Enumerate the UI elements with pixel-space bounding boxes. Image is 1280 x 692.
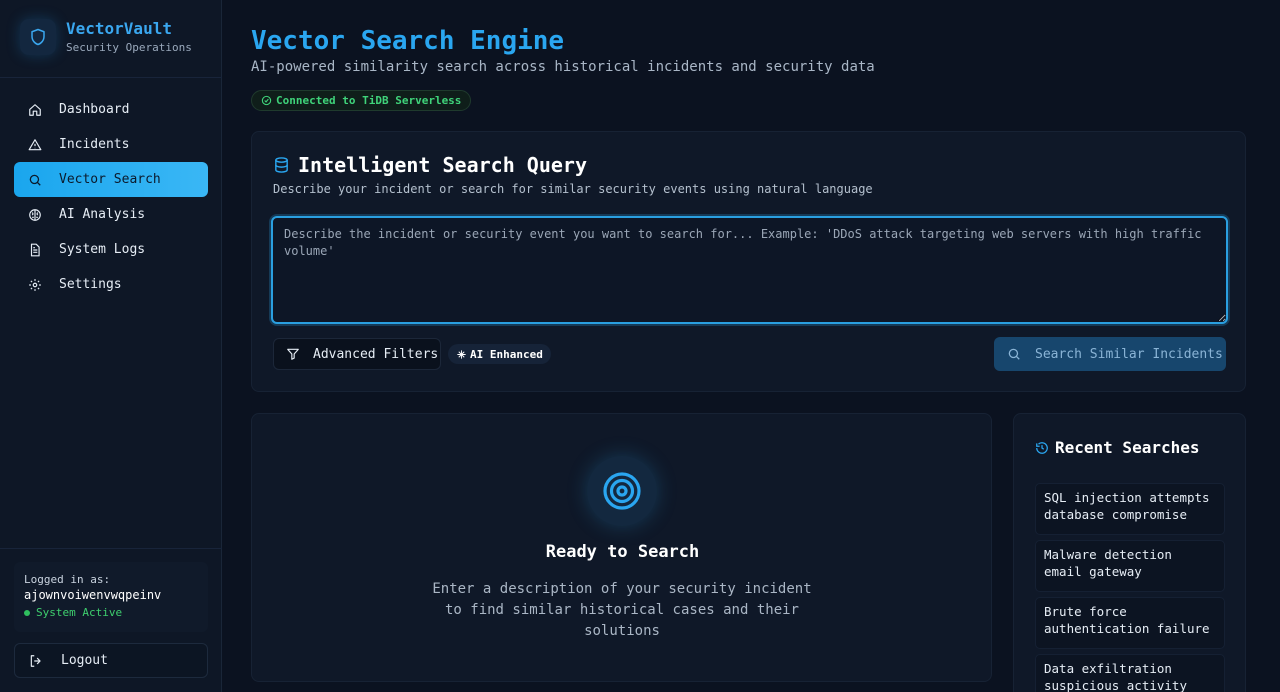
panel-title: Intelligent Search Query: [298, 153, 587, 177]
empty-state-title: Ready to Search: [545, 542, 700, 562]
advanced-filters-label: Advanced Filters: [313, 346, 439, 362]
search-button-label: Search Similar Incidents: [1035, 346, 1223, 362]
search-icon: [28, 173, 42, 187]
search-similar-incidents-button[interactable]: Search Similar Incidents: [994, 337, 1226, 371]
connection-badge: Connected to TiDB Serverless: [251, 90, 472, 111]
logout-icon: [29, 654, 43, 668]
logout-label: Logout: [61, 653, 108, 668]
connection-label: Connected to TiDB Serverless: [276, 94, 462, 107]
empty-state-panel: Ready to Search Enter a description of y…: [251, 413, 992, 682]
search-query-input[interactable]: [271, 216, 1228, 324]
sidebar-item-label: Settings: [59, 277, 122, 292]
ai-enhanced-label: AI Enhanced: [470, 347, 543, 361]
recent-searches-list: SQL injection attempts database compromi…: [1035, 483, 1225, 692]
recent-search-item[interactable]: Brute force authentication failure: [1035, 597, 1225, 649]
recent-search-item[interactable]: SQL injection attempts database compromi…: [1035, 483, 1225, 535]
recent-search-item[interactable]: Malware detection email gateway: [1035, 540, 1225, 592]
system-status: System Active: [24, 604, 198, 621]
sparkles-icon: [456, 349, 467, 360]
empty-state-description: Enter a description of your security inc…: [432, 581, 812, 639]
sidebar-item-label: System Logs: [59, 242, 146, 257]
system-status-label: System Active: [36, 606, 123, 619]
brand[interactable]: VectorVault Security Operations: [20, 18, 192, 55]
home-icon: [28, 103, 42, 117]
logout-button[interactable]: Logout: [14, 643, 208, 678]
advanced-filters-button[interactable]: Advanced Filters: [273, 338, 441, 370]
target-icon: [587, 456, 657, 526]
ai-enhanced-badge: AI Enhanced: [448, 344, 551, 364]
sidebar-item-label: AI Analysis: [59, 207, 146, 222]
sidebar-item-dashboard[interactable]: Dashboard: [14, 92, 208, 127]
sidebar-item-settings[interactable]: Settings: [14, 267, 208, 302]
sidebar-item-ai-analysis[interactable]: AI Analysis: [14, 197, 208, 232]
sidebar: VectorVault Security Operations Dashboar…: [0, 0, 222, 692]
search-query-panel: Intelligent Search Query Describe your i…: [251, 131, 1246, 392]
search-icon: [1007, 347, 1021, 361]
brain-icon: [28, 208, 42, 222]
brand-name: VectorVault: [66, 19, 172, 38]
sidebar-item-label: Incidents: [59, 137, 130, 152]
page-subtitle: AI-powered similarity search across hist…: [251, 59, 875, 75]
sidebar-item-incidents[interactable]: Incidents: [14, 127, 208, 162]
recent-searches-panel: Recent Searches SQL injection attempts d…: [1013, 413, 1246, 692]
database-icon: [273, 156, 290, 174]
sidebar-item-label: Dashboard: [59, 102, 130, 117]
user-label: Logged in as:: [24, 573, 111, 586]
sidebar-item-vector-search[interactable]: Vector Search: [14, 162, 208, 197]
brand-subtitle: Security Operations: [66, 41, 192, 54]
alert-triangle-icon: [28, 138, 42, 152]
user-info: Logged in as: ajownvoiwenvwqpeinv System…: [14, 562, 208, 632]
divider: [0, 77, 222, 78]
recent-searches-title: Recent Searches: [1055, 438, 1200, 457]
user-name: ajownvoiwenvwqpeinv: [24, 588, 162, 602]
shield-icon: [20, 18, 56, 55]
sidebar-item-label: Vector Search: [59, 172, 161, 187]
gear-icon: [28, 278, 42, 292]
check-circle-icon: [261, 95, 272, 106]
recent-search-item[interactable]: Data exfiltration suspicious activity: [1035, 654, 1225, 692]
file-text-icon: [28, 243, 42, 257]
panel-description: Describe your incident or search for sim…: [273, 182, 873, 196]
history-icon: [1035, 441, 1049, 455]
divider: [0, 548, 222, 549]
filter-icon: [286, 347, 300, 361]
sidebar-item-system-logs[interactable]: System Logs: [14, 232, 208, 267]
page-title: Vector Search Engine: [251, 26, 565, 56]
main-nav: Dashboard Incidents Vector Search AI Ana…: [14, 92, 208, 302]
status-dot-icon: [24, 609, 30, 616]
